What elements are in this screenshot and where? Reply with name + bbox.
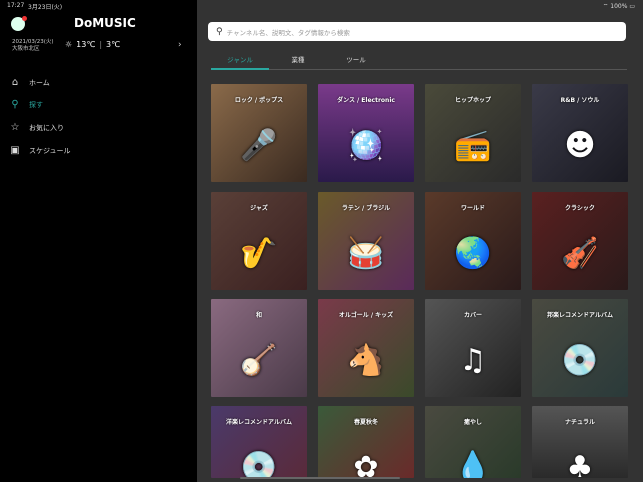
weather[interactable]: ☼ 13℃ | 3℃ [65,40,120,49]
genre-icon: ☻ [564,128,596,163]
genre-tile[interactable]: ロック / ポップス 🎤 [211,84,307,182]
genre-tile[interactable]: 洋楽レコメンドアルバム 💿 [211,406,307,478]
home-icon: ⌂ [11,77,19,88]
genre-label: 春夏秋冬 [353,419,378,426]
app-title: DoMUSIC [74,16,136,30]
genre-label: カバー [463,312,482,319]
genre-icon: 🌏 [454,236,492,271]
genre-tile[interactable]: クラシック 🎻 [532,192,628,290]
genre-tile[interactable]: 癒やし 💧 [425,406,521,478]
main-content: ⌔ 100% ▭ ⚲ チャンネル名、説明文、タグ情報から検索 ジャンル 業種 ツ… [197,0,643,482]
nav-label: スケジュール [29,146,71,155]
tab-industry[interactable]: 業種 [269,54,327,64]
nav-label: お気に入り [29,123,64,132]
genre-tile[interactable]: ヒップホップ 📻 [425,84,521,182]
temp-high: 13℃ [76,40,96,49]
genre-icon: 🥁 [347,236,385,271]
status-date: 3月23日(火) [28,4,63,11]
genre-tile[interactable]: 春夏秋冬 ✿ [318,406,414,478]
genre-label: 邦楽レコメンドアルバム [547,312,613,319]
genre-icon: 💿 [240,450,278,478]
avatar[interactable] [11,16,27,31]
genre-tile[interactable]: カバー ♫ [425,299,521,397]
genre-tile[interactable]: ワールド 🌏 [425,192,521,290]
genre-icon: ✿ [353,450,379,478]
genre-icon: 📻 [454,128,492,163]
nav-schedule[interactable]: ▣ スケジュール [9,145,71,156]
genre-label: オルゴール / キッズ [338,312,394,319]
genre-label: 洋楽レコメンドアルバム [226,419,292,426]
scrollbar[interactable] [240,477,400,479]
nav-home[interactable]: ⌂ ホーム [9,77,50,88]
nav-favorites[interactable]: ☆ お気に入り [9,122,64,133]
genre-label: ダンス / Electronic [337,97,395,104]
genre-tile[interactable]: ラテン / ブラジル 🥁 [318,192,414,290]
current-date: 2021/03/23(火) [12,39,54,45]
temp-low: 3℃ [106,40,121,49]
genre-label: クラシック [565,205,595,212]
genre-tile[interactable]: ナチュラル ♣ [532,406,628,478]
genre-label: ラテン / ブラジル [341,205,391,212]
genre-tile[interactable]: 邦楽レコメンドアルバム 💿 [532,299,628,397]
genre-label: ロック / ポップス [234,97,284,104]
genre-icon: 🪕 [240,343,278,378]
genre-icon: 🎻 [561,236,599,271]
genre-icon: 🐴 [347,343,385,378]
genre-icon: 🎷 [240,236,278,271]
sun-icon: ☼ [65,40,73,49]
genre-tile[interactable]: 和 🪕 [211,299,307,397]
genre-icon: 🪩 [347,128,385,163]
tab-tool[interactable]: ツール [327,54,385,64]
search-placeholder: チャンネル名、説明文、タグ情報から検索 [226,28,350,37]
genre-label: R&B / ソウル [560,97,600,104]
tab-bar: ジャンル 業種 ツール [211,50,627,70]
genre-label: 和 [255,312,262,319]
nav-label: 探す [29,100,43,109]
battery-percent: 100% [610,3,628,10]
genre-label: 癒やし [463,419,482,426]
search-input[interactable]: ⚲ チャンネル名、説明文、タグ情報から検索 [208,22,626,41]
tab-genre[interactable]: ジャンル [211,54,269,70]
search-icon: ⚲ [11,99,19,110]
sidebar: 17:27 3月23日(火) DoMUSIC 2021/03/23(火) 大阪市… [0,0,197,482]
search-icon: ⚲ [216,26,223,37]
genre-label: ジャズ [250,205,268,212]
location: 大阪市北区 [12,46,40,52]
genre-icon: ♣ [566,450,594,478]
battery-status: ⌔ 100% ▭ [602,3,635,10]
status-time: 17:27 [7,2,25,9]
genre-tile[interactable]: ジャズ 🎷 [211,192,307,290]
genre-icon: ♫ [459,343,487,378]
genre-label: ワールド [460,205,485,212]
genre-label: ヒップホップ [454,97,491,104]
star-icon: ☆ [10,122,20,133]
genre-tile[interactable]: ダンス / Electronic 🪩 [318,84,414,182]
nav-label: ホーム [29,78,50,87]
genre-tile[interactable]: オルゴール / キッズ 🐴 [318,299,414,397]
chevron-right-icon[interactable]: › [178,40,182,50]
genre-icon: 🎤 [240,128,278,163]
genre-label: ナチュラル [564,419,595,426]
nav-search[interactable]: ⚲ 探す [9,99,43,110]
schedule-icon: ▣ [10,145,20,156]
genre-icon: 💧 [454,450,492,478]
genre-icon: 💿 [561,343,599,378]
genre-tile[interactable]: R&B / ソウル ☻ [532,84,628,182]
date-location: 2021/03/23(火) 大阪市北区 [12,39,54,53]
